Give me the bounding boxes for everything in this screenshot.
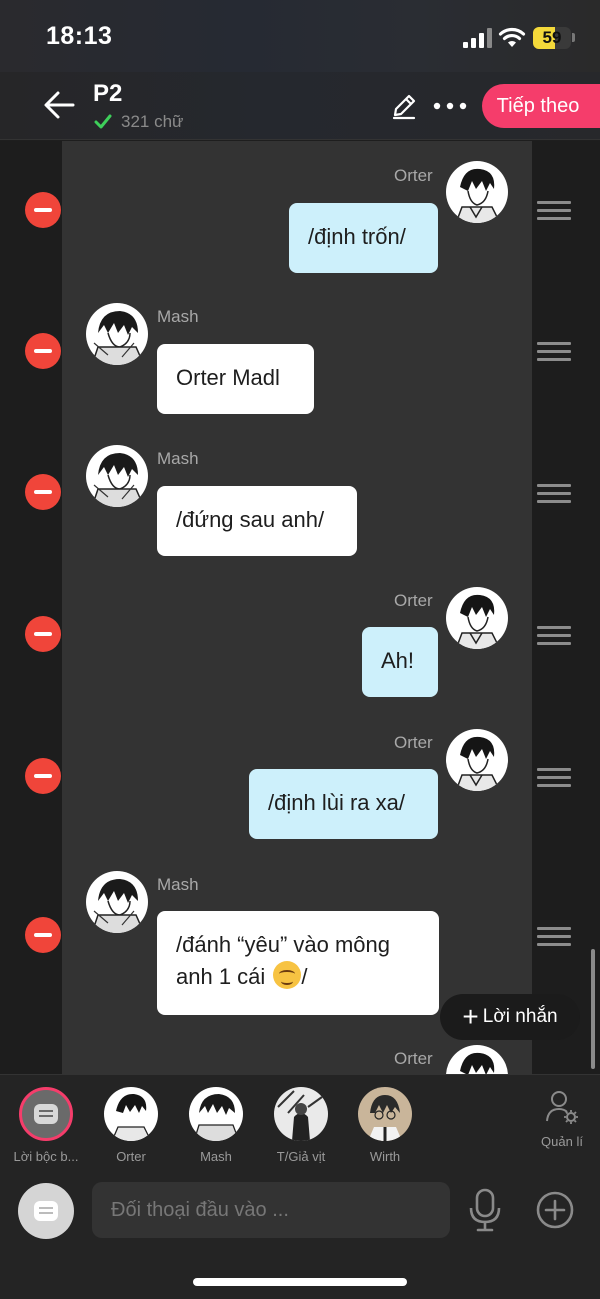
message-row: Mash /đứng sau anh/: [0, 423, 600, 565]
back-arrow-icon[interactable]: [42, 88, 76, 122]
orter-avatar[interactable]: [446, 161, 508, 223]
drag-handle[interactable]: [537, 626, 571, 646]
message-row: Orter /định trốn/: [0, 141, 600, 281]
manage-characters-button[interactable]: Quản lí: [532, 1089, 592, 1149]
character-label: Lời bộc b...: [13, 1149, 79, 1164]
editor-header: P2 321 chữ Tiếp theo: [0, 72, 600, 140]
message-bubble[interactable]: /định lùi ra xa/: [249, 769, 438, 839]
character-label: T/Giả vịt: [276, 1149, 326, 1164]
word-count-label: 321 chữ: [121, 112, 184, 131]
chapter-title[interactable]: P2: [93, 80, 122, 108]
message-bubble[interactable]: Orter Madl: [157, 344, 314, 414]
manage-user-gear-icon: [546, 1091, 578, 1124]
manage-label: Quản lí: [541, 1134, 583, 1149]
speaker-name: Orter: [394, 733, 433, 752]
mash-avatar: [189, 1087, 243, 1141]
delete-message-button[interactable]: [25, 192, 61, 228]
hugging-face-emoji-icon: [273, 961, 302, 989]
message-text-end: /: [301, 964, 308, 989]
word-count: 321 chữ: [93, 112, 183, 132]
mash-avatar[interactable]: [86, 445, 148, 507]
message-text: anh 1 cái: [176, 964, 272, 989]
speaker-name: Mash: [157, 875, 199, 894]
speaker-name: Orter: [394, 1049, 433, 1068]
orter-avatar[interactable]: [446, 587, 508, 649]
orter-avatar[interactable]: [446, 1045, 508, 1074]
dialogue-input[interactable]: [92, 1182, 450, 1238]
character-orter[interactable]: Orter: [91, 1087, 171, 1164]
input-bar: [0, 1170, 600, 1299]
check-icon: [94, 114, 112, 129]
battery-tip: [572, 33, 575, 42]
drag-handle[interactable]: [537, 342, 571, 362]
add-message-button[interactable]: + Lời nhắn: [440, 994, 580, 1040]
message-bubble[interactable]: /định trốn/: [289, 203, 438, 273]
mash-avatar[interactable]: [86, 303, 148, 365]
home-indicator[interactable]: [193, 1278, 407, 1286]
character-narration[interactable]: Lời bộc b...: [6, 1087, 86, 1164]
character-wirth[interactable]: Wirth: [345, 1087, 425, 1164]
status-time: 18:13: [46, 22, 113, 50]
status-bar: 18:13 59: [0, 0, 600, 72]
pencil-icon[interactable]: [390, 92, 418, 120]
drag-handle[interactable]: [537, 927, 571, 947]
chat-area[interactable]: Orter /định trốn/ Mash Orter Madl Mash /…: [0, 141, 600, 1074]
more-options-icon[interactable]: [432, 94, 468, 118]
microphone-icon[interactable]: [466, 1188, 504, 1232]
drag-handle[interactable]: [537, 484, 571, 504]
wifi-icon: [498, 27, 526, 47]
character-label: Orter: [116, 1149, 146, 1164]
cellular-signal-icon: [463, 28, 493, 48]
message-line: anh 1 cái /: [176, 961, 420, 993]
tgiavit-avatar: [274, 1087, 328, 1141]
add-circle-icon[interactable]: [535, 1190, 575, 1230]
next-button[interactable]: Tiếp theo: [482, 84, 600, 128]
message-row: Orter /định lùi ra xa/: [0, 707, 600, 849]
wirth-avatar: [358, 1087, 412, 1141]
message-bubble[interactable]: /đứng sau anh/: [157, 486, 357, 556]
message-line: /đánh “yêu” vào mông: [176, 932, 391, 957]
message-bubble[interactable]: /đánh “yêu” vào mông anh 1 cái /: [157, 911, 439, 1015]
speaker-name: Orter: [394, 166, 433, 185]
orter-avatar[interactable]: [446, 729, 508, 791]
character-tgiavit[interactable]: T/Giả vịt: [261, 1087, 341, 1164]
speaker-name: Mash: [157, 307, 199, 326]
character-label: Mash: [200, 1149, 232, 1164]
message-row: Mash Orter Madl: [0, 281, 600, 423]
battery-level: 59: [542, 28, 562, 47]
character-mash[interactable]: Mash: [176, 1087, 256, 1164]
mash-avatar[interactable]: [86, 871, 148, 933]
delete-message-button[interactable]: [25, 616, 61, 652]
message-row: Orter Ah!: [0, 565, 600, 707]
speaker-name: Orter: [394, 591, 433, 610]
delete-message-button[interactable]: [25, 917, 61, 953]
orter-avatar: [104, 1087, 158, 1141]
scrollbar[interactable]: [591, 949, 595, 1069]
delete-message-button[interactable]: [25, 474, 61, 510]
drag-handle[interactable]: [537, 201, 571, 221]
add-message-label: Lời nhắn: [482, 1006, 558, 1027]
narration-icon: [19, 1087, 73, 1141]
delete-message-button[interactable]: [25, 333, 61, 369]
message-bubble[interactable]: Ah!: [362, 627, 438, 697]
narration-toggle-button[interactable]: [18, 1183, 74, 1239]
character-bar: Lời bộc b... Orter Mash T/Giả vịt Wirth …: [0, 1074, 600, 1170]
speaker-name: Mash: [157, 449, 199, 468]
drag-handle[interactable]: [537, 768, 571, 788]
plus-icon: +: [462, 1001, 479, 1032]
character-label: Wirth: [369, 1149, 401, 1164]
delete-message-button[interactable]: [25, 758, 61, 794]
battery-icon: 59: [533, 27, 571, 49]
